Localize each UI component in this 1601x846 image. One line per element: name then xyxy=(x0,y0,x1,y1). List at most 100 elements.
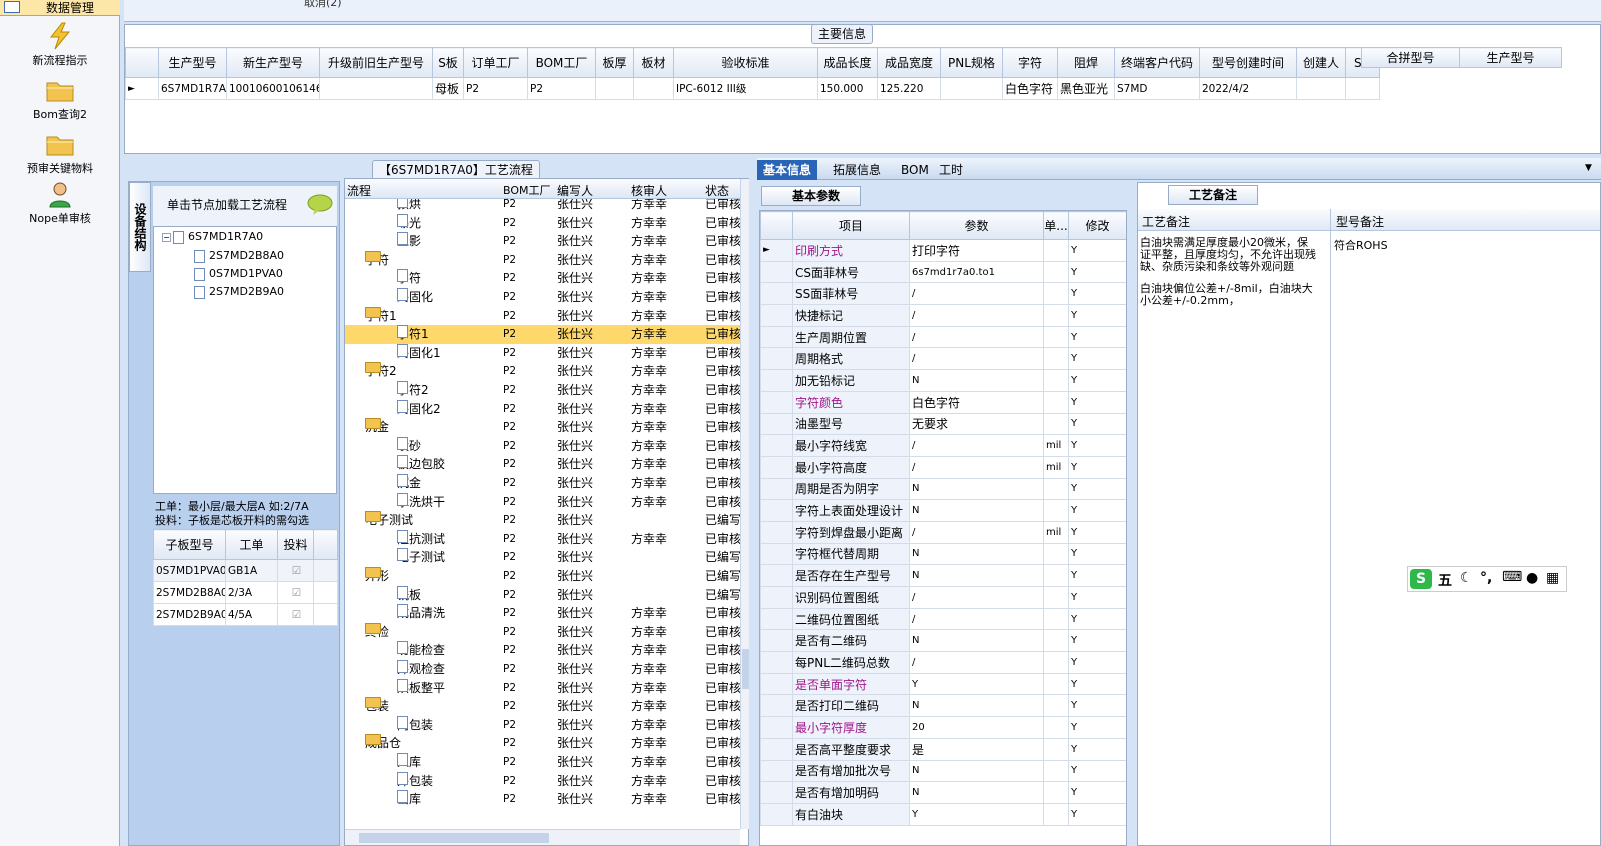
param-row[interactable]: ► 印刷方式 打印字符 Y xyxy=(760,239,1126,262)
column-header[interactable]: BOM工厂 xyxy=(503,182,551,198)
process-step-row[interactable]: 字符 P2 张仕兴 方幸幸 已审核 xyxy=(345,269,740,288)
collapse-icon[interactable]: − xyxy=(162,232,171,242)
process-step-row[interactable]: 终固化2 P2 张仕兴 方幸幸 已审核 xyxy=(345,399,740,419)
column-header[interactable]: 新生产型号 xyxy=(226,47,320,78)
table-cell[interactable]: P2 xyxy=(463,77,528,100)
tab-equipment-structure[interactable]: 设备结构 xyxy=(129,182,151,272)
table-cell[interactable]: 6S7MD1R7A0 xyxy=(158,77,227,100)
param-row[interactable]: 加无铅标记 N Y xyxy=(760,369,1126,392)
process-step-row[interactable]: 内包装 P2 张仕兴 方幸幸 已审核 xyxy=(345,715,740,735)
chevron-down-icon[interactable]: ▼ xyxy=(1585,163,1592,173)
process-remark-text[interactable]: 白油块需满足厚度最小20微米，保证平整，且厚度均匀，不允许出现残缺、杂质污染和条… xyxy=(1140,237,1316,307)
ime-mode-label[interactable]: 五 xyxy=(1438,570,1452,590)
tree-node[interactable]: 0S7MD1PVA0 xyxy=(194,267,283,281)
param-row[interactable]: 每PNL二维码总数 / Y xyxy=(760,651,1126,674)
cancel-link[interactable]: 取消(2) xyxy=(304,0,342,10)
table-cell[interactable]: S7MD xyxy=(1114,77,1200,100)
process-step-row[interactable]: 板边包胶 P2 张仕兴 方幸幸 已审核 xyxy=(345,455,740,474)
checkbox[interactable]: ☑ xyxy=(277,581,314,604)
table-row[interactable]: 2S7MD2B9A0 4/5A ☑ xyxy=(153,603,338,626)
column-header[interactable]: 工艺备注 xyxy=(1142,213,1190,230)
process-group-row[interactable]: −终检 P2 张仕兴 方幸幸 已审核 xyxy=(345,622,740,642)
param-value-cell[interactable]: N xyxy=(909,477,1044,501)
column-header[interactable]: 订单工厂 xyxy=(463,47,528,78)
param-row[interactable]: 最小字符厚度 20 Y xyxy=(760,716,1126,739)
param-row[interactable]: 是否存在生产型号 N Y xyxy=(760,564,1126,587)
process-step-row[interactable]: 外包装 P2 张仕兴 方幸幸 已审核 xyxy=(345,771,740,791)
param-value-cell[interactable]: 是 xyxy=(909,737,1044,761)
process-group-row[interactable]: −电子测试 P2 张仕兴 已编写 xyxy=(345,511,740,530)
row-selector[interactable] xyxy=(760,672,793,696)
process-group-row[interactable]: −包装 P2 张仕兴 方幸幸 已审核 xyxy=(345,697,740,716)
table-cell[interactable] xyxy=(1345,77,1380,100)
param-row[interactable]: 周期是否为阴字 N Y xyxy=(760,477,1126,501)
table-cell[interactable] xyxy=(319,77,433,100)
process-step-row[interactable]: 沉金 P2 张仕兴 方幸幸 已审核 xyxy=(345,474,740,493)
param-row[interactable]: 是否有二维码 N Y xyxy=(760,629,1126,653)
param-row[interactable]: 二维码位置图纸 / Y xyxy=(760,607,1126,631)
param-value-cell[interactable]: / xyxy=(909,455,1044,479)
param-row[interactable]: 生产周期位置 / Y xyxy=(760,325,1126,349)
row-selector[interactable] xyxy=(760,651,793,674)
param-value-cell[interactable]: Y xyxy=(909,672,1044,696)
nav-item-prereview[interactable]: 预审关键物料 xyxy=(0,130,120,176)
param-value-cell[interactable]: / xyxy=(909,586,1044,609)
column-header[interactable]: 流程 xyxy=(347,182,371,199)
row-selector[interactable] xyxy=(760,347,793,371)
process-step-row[interactable]: 烘板整平 P2 张仕兴 方幸幸 已审核 xyxy=(345,678,740,698)
row-selector[interactable] xyxy=(760,499,793,522)
process-step-row[interactable]: 入库 P2 张仕兴 方幸幸 已审核 xyxy=(345,753,740,772)
table-cell[interactable] xyxy=(633,77,674,100)
column-header[interactable]: 核审人 xyxy=(631,182,667,199)
param-row[interactable]: 周期格式 / Y xyxy=(760,347,1126,371)
table-cell[interactable] xyxy=(1296,77,1346,100)
tab-hours[interactable]: 工时 xyxy=(933,160,969,180)
column-header[interactable]: 修改 xyxy=(1068,211,1126,240)
row-selector[interactable] xyxy=(760,607,793,631)
table-cell[interactable]: 2022/4/2 xyxy=(1199,77,1297,100)
row-selector[interactable] xyxy=(760,781,793,804)
process-step-row[interactable]: 预烘 P2 张仕兴 方幸幸 已审核 xyxy=(345,199,740,214)
param-row[interactable]: 是否有增加批次号 N Y xyxy=(760,759,1126,783)
column-header[interactable]: 单... xyxy=(1043,211,1069,240)
column-header[interactable]: 投料 xyxy=(277,529,314,560)
param-value-cell[interactable]: N xyxy=(909,499,1044,522)
process-step-row[interactable]: 电子测试 P2 张仕兴 已编写 xyxy=(345,548,740,567)
process-step-row[interactable]: 显影 P2 张仕兴 方幸幸 已审核 xyxy=(345,232,740,251)
param-row[interactable]: 字符框代替周期 N Y xyxy=(760,542,1126,566)
process-group-row[interactable]: −外形 P2 张仕兴 已编写 xyxy=(345,567,740,586)
tab-basic-info[interactable]: 基本信息 xyxy=(757,160,818,180)
punctuation-icon[interactable]: °, xyxy=(1480,570,1492,586)
column-header[interactable]: 阻焊 xyxy=(1057,47,1115,78)
param-value-cell[interactable]: N xyxy=(909,694,1044,718)
process-step-row[interactable]: 曝光 P2 张仕兴 方幸幸 已审核 xyxy=(345,213,740,233)
table-row[interactable]: ► 6S7MD1R7A0 10010600106146 母板 P2 P2 IPC… xyxy=(125,77,1380,100)
param-value-cell[interactable]: 6s7md1r7a0.to1 xyxy=(909,260,1044,284)
process-step-row[interactable]: 功能检查 P2 张仕兴 方幸幸 已审核 xyxy=(345,641,740,660)
row-selector-header[interactable] xyxy=(760,211,793,240)
tab-basic-params[interactable]: 基本参数 xyxy=(761,186,861,206)
row-selector[interactable] xyxy=(760,802,793,826)
param-value-cell[interactable]: / xyxy=(909,607,1044,631)
column-header[interactable]: S板 xyxy=(432,47,464,78)
param-value-cell[interactable]: / xyxy=(909,282,1044,306)
row-pointer-icon[interactable]: ► xyxy=(760,239,793,262)
param-value-cell[interactable]: Y xyxy=(909,802,1044,826)
param-value-cell[interactable]: N xyxy=(909,564,1044,587)
process-step-row[interactable]: 成品清洗 P2 张仕兴 方幸幸 已审核 xyxy=(345,604,740,623)
process-step-row[interactable]: 铣板 P2 张仕兴 已编写 xyxy=(345,585,740,605)
horizontal-scrollbar[interactable] xyxy=(345,829,740,845)
param-value-cell[interactable]: 无要求 xyxy=(909,412,1044,436)
row-selector[interactable] xyxy=(760,304,793,327)
process-step-row[interactable]: 终固化 P2 张仕兴 方幸幸 已审核 xyxy=(345,288,740,307)
process-group-row[interactable]: −字符2 P2 张仕兴 方幸幸 已审核 xyxy=(345,362,740,381)
column-header[interactable]: 板厚 xyxy=(595,47,634,78)
row-selector[interactable] xyxy=(760,629,793,653)
process-step-row[interactable]: 终固化1 P2 张仕兴 方幸幸 已审核 xyxy=(345,343,740,363)
row-selector[interactable] xyxy=(760,260,793,284)
nav-item-nope-review[interactable]: Nope单审核 xyxy=(0,180,120,226)
table-cell[interactable]: 4/5A xyxy=(225,603,278,626)
table-cell[interactable]: 2S7MD2B8A0 xyxy=(153,581,226,604)
column-header[interactable]: 工单 xyxy=(225,529,278,560)
column-header[interactable]: 板材 xyxy=(633,47,674,78)
